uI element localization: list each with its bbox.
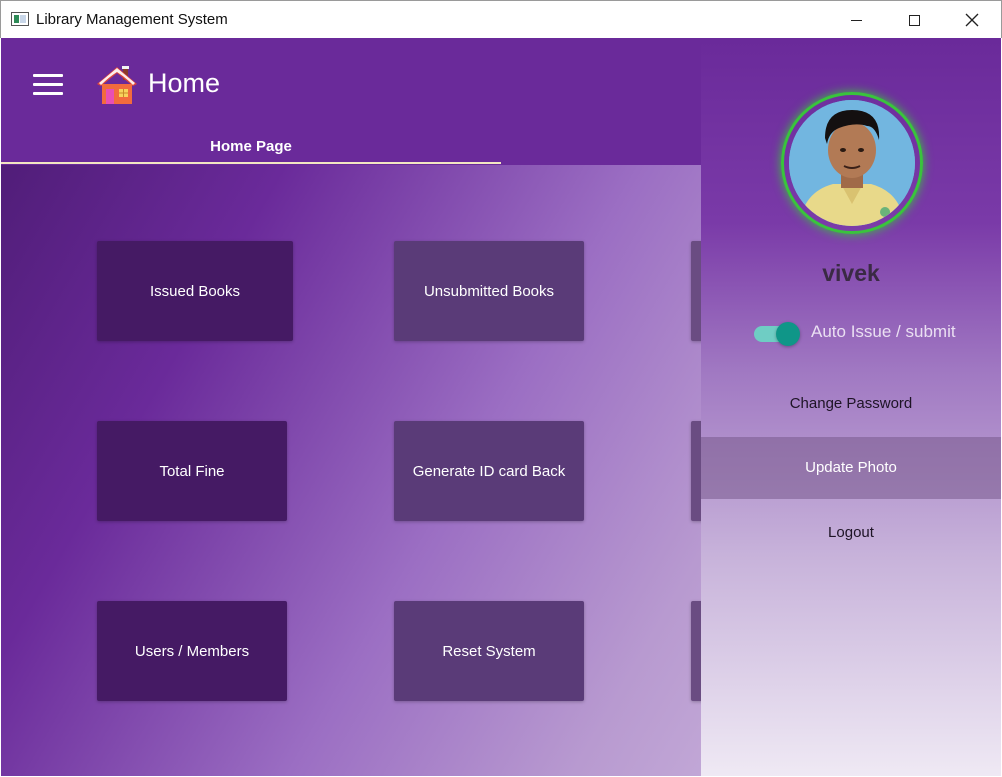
tile-label: Unsubmitted Books bbox=[423, 282, 555, 300]
close-icon bbox=[965, 13, 979, 27]
hamburger-icon bbox=[33, 74, 63, 77]
avatar-ring bbox=[781, 92, 923, 234]
tab-active-indicator bbox=[1, 162, 501, 164]
tile-label: Reset System bbox=[442, 642, 536, 660]
app-window: Home Home Page Issued Books Unsubmitted … bbox=[1, 38, 1001, 776]
tab-label: Home Page bbox=[210, 138, 292, 155]
window-title-bar: Library Management System bbox=[0, 0, 1002, 38]
maximize-button[interactable] bbox=[885, 1, 943, 39]
avatar[interactable] bbox=[789, 100, 915, 226]
hamburger-menu-button[interactable] bbox=[33, 74, 63, 96]
users-members-button[interactable]: Users / Members bbox=[97, 601, 287, 701]
total-fine-button[interactable]: Total Fine bbox=[97, 421, 287, 521]
tile-label: Issued Books bbox=[149, 282, 241, 300]
issued-books-button[interactable]: Issued Books bbox=[97, 241, 293, 341]
user-photo bbox=[789, 100, 915, 226]
page-title: Home bbox=[148, 68, 221, 98]
maximize-icon bbox=[908, 14, 920, 26]
profile-drawer: vivek Auto Issue / submit Change Passwor… bbox=[701, 38, 1001, 776]
toggle-knob bbox=[776, 322, 800, 346]
close-button[interactable] bbox=[943, 1, 1001, 39]
tile-label: Users / Members bbox=[134, 642, 250, 660]
minimize-button[interactable] bbox=[827, 1, 885, 39]
logout-button[interactable]: Logout bbox=[701, 524, 1001, 541]
generate-id-card-back-button[interactable]: Generate ID card Back bbox=[394, 421, 584, 521]
username: vivek bbox=[822, 260, 880, 286]
minimize-icon bbox=[850, 19, 862, 21]
tile-label: Total Fine bbox=[159, 462, 225, 480]
tile-label: Generate ID card Back bbox=[412, 462, 566, 480]
reset-system-button[interactable]: Reset System bbox=[394, 601, 584, 701]
change-password-button[interactable]: Change Password bbox=[701, 395, 1001, 412]
auto-issue-toggle[interactable] bbox=[754, 322, 800, 346]
hamburger-icon-line bbox=[33, 83, 63, 86]
tab-home-page[interactable]: Home Page bbox=[1, 128, 501, 165]
app-icon bbox=[11, 12, 29, 26]
unsubmitted-books-button[interactable]: Unsubmitted Books bbox=[394, 241, 584, 341]
update-photo-button[interactable]: Update Photo bbox=[701, 437, 1001, 499]
hamburger-icon-line bbox=[33, 92, 63, 95]
auto-issue-label: Auto Issue / submit bbox=[811, 322, 956, 341]
house-icon bbox=[97, 66, 137, 104]
window-title: Library Management System bbox=[36, 11, 228, 28]
